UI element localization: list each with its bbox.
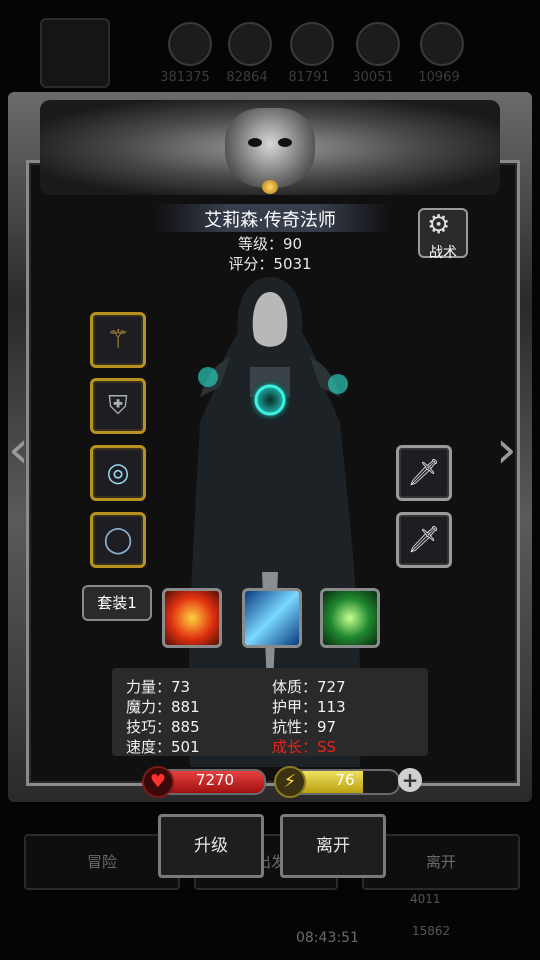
accessory-slot[interactable]: 🗡 <box>396 512 452 568</box>
character-level: 等级：90 <box>237 235 303 253</box>
background-resource-count: 82864 <box>226 70 268 85</box>
background-counter: 4011 <box>410 892 441 906</box>
stat-speed: 速度：501 <box>126 738 200 756</box>
add-energy-button[interactable]: + <box>398 768 422 792</box>
energy-value: 76 <box>335 771 355 789</box>
ring-slot[interactable]: ◎ <box>90 445 146 501</box>
background-resource-icon <box>228 22 272 66</box>
armor-slot[interactable]: ⛨ <box>90 378 146 434</box>
bracelet-slot[interactable]: ◯ <box>90 512 146 568</box>
dagger-icon: 🗡 <box>407 458 441 488</box>
background-clock: 08:43:51 <box>296 930 359 946</box>
set-button[interactable]: 套装1 <box>82 585 152 621</box>
ring-icon: ◎ <box>106 458 130 488</box>
stat-strength: 力量：73 <box>126 678 191 696</box>
stat-growth: 成长：SS <box>272 738 337 756</box>
gem-ornament-icon <box>262 180 278 194</box>
stat-skill: 技巧：885 <box>126 718 200 736</box>
stat-resistance: 抗性：97 <box>272 718 337 736</box>
skull-eye <box>248 138 262 147</box>
character-name: 艾莉森·传奇法师 <box>204 210 336 231</box>
skull-eye <box>278 138 292 147</box>
background-counter: 15862 <box>412 924 451 938</box>
skull-ornament-icon <box>225 108 315 188</box>
stat-constitution: 体质：727 <box>272 678 346 696</box>
fire-skill-icon[interactable] <box>162 588 222 648</box>
previous-character-arrow-icon[interactable]: ‹ <box>8 420 29 480</box>
upgrade-button[interactable]: 升级 <box>158 814 264 878</box>
gear-icon: ⚙ <box>427 210 451 240</box>
background-resource-icon <box>290 22 334 66</box>
dagger-icon: 🗡 <box>407 525 441 555</box>
hp-value: 7270 <box>195 771 235 789</box>
background-resource-count: 381375 <box>160 70 210 85</box>
background-resource-count: 81791 <box>288 70 330 85</box>
background-avatar <box>40 18 110 88</box>
next-character-arrow-icon[interactable]: › <box>496 420 517 480</box>
tactic-label: 战术 <box>429 245 457 261</box>
armor-icon: ⛨ <box>108 390 128 421</box>
weapon-slot[interactable]: ⚚ <box>90 312 146 368</box>
character-score: 评分：5031 <box>228 255 312 273</box>
background-resource-icon <box>420 22 464 66</box>
stat-armor: 护甲：113 <box>272 698 346 716</box>
background-resource-icon <box>168 22 212 66</box>
stat-magic: 魔力：881 <box>126 698 200 716</box>
background-resource-count: 10969 <box>418 70 460 85</box>
bracelet-icon: ◯ <box>103 525 133 555</box>
background-resource-icon <box>356 22 400 66</box>
staff-icon: ⚚ <box>106 325 130 355</box>
ice-skill-icon[interactable] <box>242 588 302 648</box>
offhand-slot[interactable]: 🗡 <box>396 445 452 501</box>
background-adventure-button: 冒险 <box>24 834 180 890</box>
background-resource-count: 30051 <box>352 70 394 85</box>
leave-button[interactable]: 离开 <box>280 814 386 878</box>
nature-skill-icon[interactable] <box>320 588 380 648</box>
